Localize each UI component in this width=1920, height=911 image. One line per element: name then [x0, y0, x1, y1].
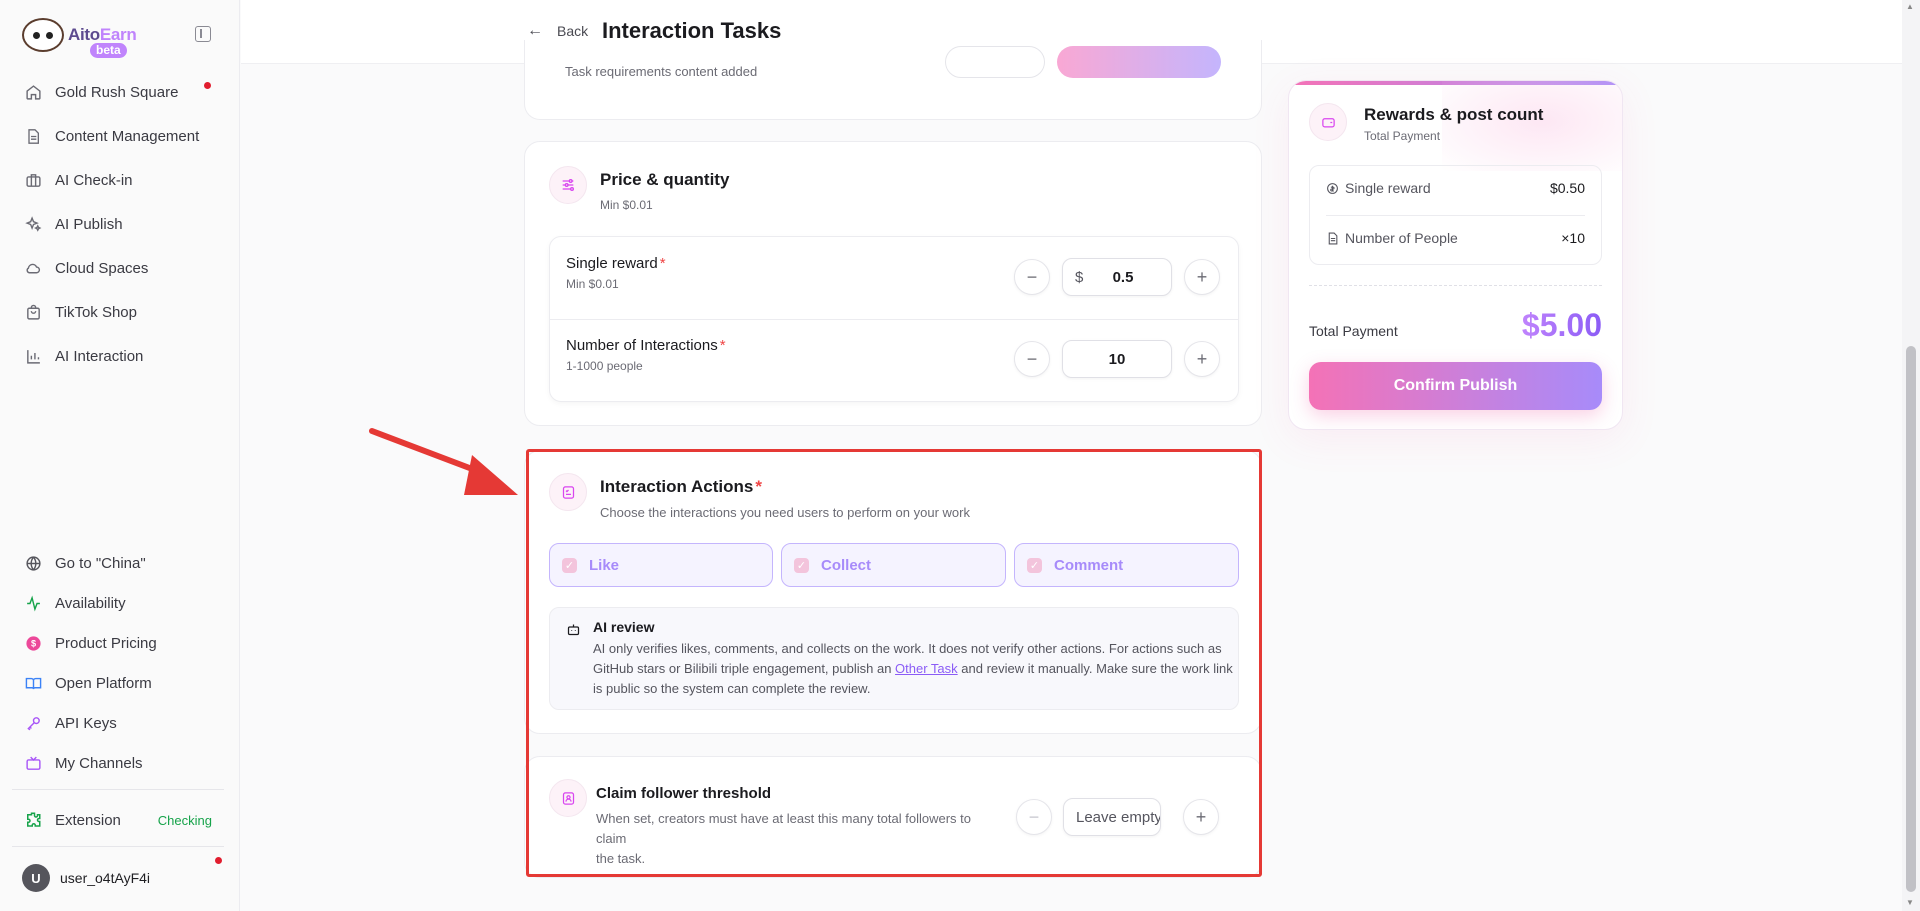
summary-row-people: Number of People ×10 — [1326, 216, 1585, 260]
increment-interactions-button[interactable]: + — [1184, 341, 1220, 377]
arrow-left-icon: ← — [527, 22, 543, 39]
sidebar-item-content-management[interactable]: Content Management — [12, 114, 228, 158]
panel-title: Rewards & post count — [1364, 105, 1544, 124]
single-reward-hint: Min $0.01 — [566, 277, 619, 291]
svg-text:$: $ — [30, 638, 35, 648]
notification-dot — [215, 857, 222, 864]
wallet-icon — [1309, 103, 1347, 141]
avatar: U — [22, 864, 50, 892]
scroll-down-icon[interactable]: ▼ — [1906, 898, 1914, 907]
globe-icon — [24, 554, 42, 572]
puzzle-icon — [24, 811, 42, 829]
section-subtitle: Min $0.01 — [600, 198, 653, 212]
book-icon — [24, 674, 42, 692]
collapse-sidebar-icon[interactable] — [195, 26, 211, 42]
sidebar-item-availability[interactable]: Availability — [12, 583, 228, 623]
bar-chart-icon — [24, 347, 42, 365]
sidebar-item-ai-publish[interactable]: AI Publish — [12, 202, 228, 246]
dollar-circle-icon: $ — [24, 634, 42, 652]
secondary-button[interactable] — [945, 46, 1045, 78]
single-reward-input[interactable]: $ 0.5 — [1062, 258, 1172, 296]
app-logo[interactable]: AitoEarn beta — [22, 18, 137, 58]
scroll-up-icon[interactable]: ▲ — [1906, 2, 1914, 11]
annotation-arrow-icon — [369, 428, 518, 495]
sidebar-item-gold-rush-square[interactable]: Gold Rush Square — [12, 70, 228, 114]
logo-mascot-icon — [22, 18, 64, 52]
row-divider — [550, 319, 1238, 320]
sidebar-item-open-platform[interactable]: Open Platform — [12, 663, 228, 703]
sidebar-divider — [12, 789, 224, 790]
sidebar-item-extension[interactable]: Extension Checking — [12, 800, 228, 840]
decrement-reward-button[interactable]: − — [1014, 259, 1050, 295]
cloud-icon — [24, 259, 42, 277]
sliders-icon — [549, 166, 587, 204]
key-icon — [24, 714, 42, 732]
card-subtitle: Task requirements content added — [565, 64, 758, 79]
shopping-bag-icon — [24, 303, 42, 321]
single-reward-label: Single reward * — [566, 255, 666, 272]
panel-subtitle: Total Payment — [1364, 129, 1441, 143]
username: user_o4tAyF4i — [60, 870, 151, 886]
dashed-divider — [1309, 285, 1602, 286]
total-payment-amount: $5.00 — [1521, 307, 1602, 343]
sidebar-item-tiktok-shop[interactable]: TikTok Shop — [12, 290, 228, 334]
sidebar-item-cloud-spaces[interactable]: Cloud Spaces — [12, 246, 228, 290]
back-button[interactable]: ← Back — [527, 22, 588, 40]
user-profile[interactable]: U user_o4tAyF4i — [22, 864, 150, 892]
coin-icon — [1327, 182, 1338, 194]
sidebar-item-ai-interaction[interactable]: AI Interaction — [12, 334, 228, 378]
extension-row: Extension Checking — [12, 800, 228, 840]
total-payment-label: Total Payment — [1309, 323, 1398, 339]
interactions-label: Number of Interactions * — [566, 337, 726, 354]
beta-badge: beta — [90, 43, 127, 58]
increment-reward-button[interactable]: + — [1184, 259, 1220, 295]
tv-icon — [24, 754, 42, 772]
sidebar-item-api-keys[interactable]: API Keys — [12, 703, 228, 743]
notification-dot — [204, 82, 211, 89]
sidebar-divider — [12, 846, 224, 847]
summary-row-single-reward: Single reward $0.50 — [1326, 166, 1585, 210]
home-icon — [24, 83, 42, 101]
task-requirements-card: Task requirements content added — [524, 40, 1262, 120]
sparkles-icon — [24, 215, 42, 233]
summary-box: Single reward $0.50 Number of People ×10 — [1309, 165, 1602, 265]
activity-icon — [24, 594, 42, 612]
sidebar-item-product-pricing[interactable]: $ Product Pricing — [12, 623, 228, 663]
interactions-hint: 1-1000 people — [566, 359, 643, 373]
sidebar-item-my-channels[interactable]: My Channels — [12, 743, 228, 783]
briefcase-icon — [24, 171, 42, 189]
annotation-highlight-frame — [526, 449, 1262, 877]
decrement-interactions-button[interactable]: − — [1014, 341, 1050, 377]
extension-status: Checking — [157, 812, 212, 828]
main-nav: Gold Rush Square Content Management AI C… — [12, 70, 228, 378]
scrollbar-thumb[interactable] — [1906, 346, 1916, 892]
secondary-nav: Go to "China" Availability $ Product Pri… — [12, 543, 228, 783]
sidebar-item-ai-check-in[interactable]: AI Check-in — [12, 158, 228, 202]
rewards-summary-panel: Rewards & post count Total Payment Singl… — [1288, 80, 1623, 430]
section-title: Price & quantity — [600, 170, 730, 189]
interactions-input[interactable]: 10 — [1062, 340, 1172, 378]
confirm-publish-button[interactable]: Confirm Publish — [1309, 362, 1602, 410]
price-quantity-card: Price & quantity Min $0.01 Single reward… — [524, 141, 1262, 426]
primary-button[interactable] — [1057, 46, 1221, 78]
document-icon — [1328, 232, 1338, 244]
sidebar: AitoEarn beta Gold Rush Square Content M… — [0, 0, 240, 911]
price-inputs-box: Single reward * Min $0.01 − $ 0.5 + Numbe… — [549, 236, 1239, 402]
sidebar-item-go-to-china[interactable]: Go to "China" — [12, 543, 228, 583]
document-icon — [24, 127, 42, 145]
